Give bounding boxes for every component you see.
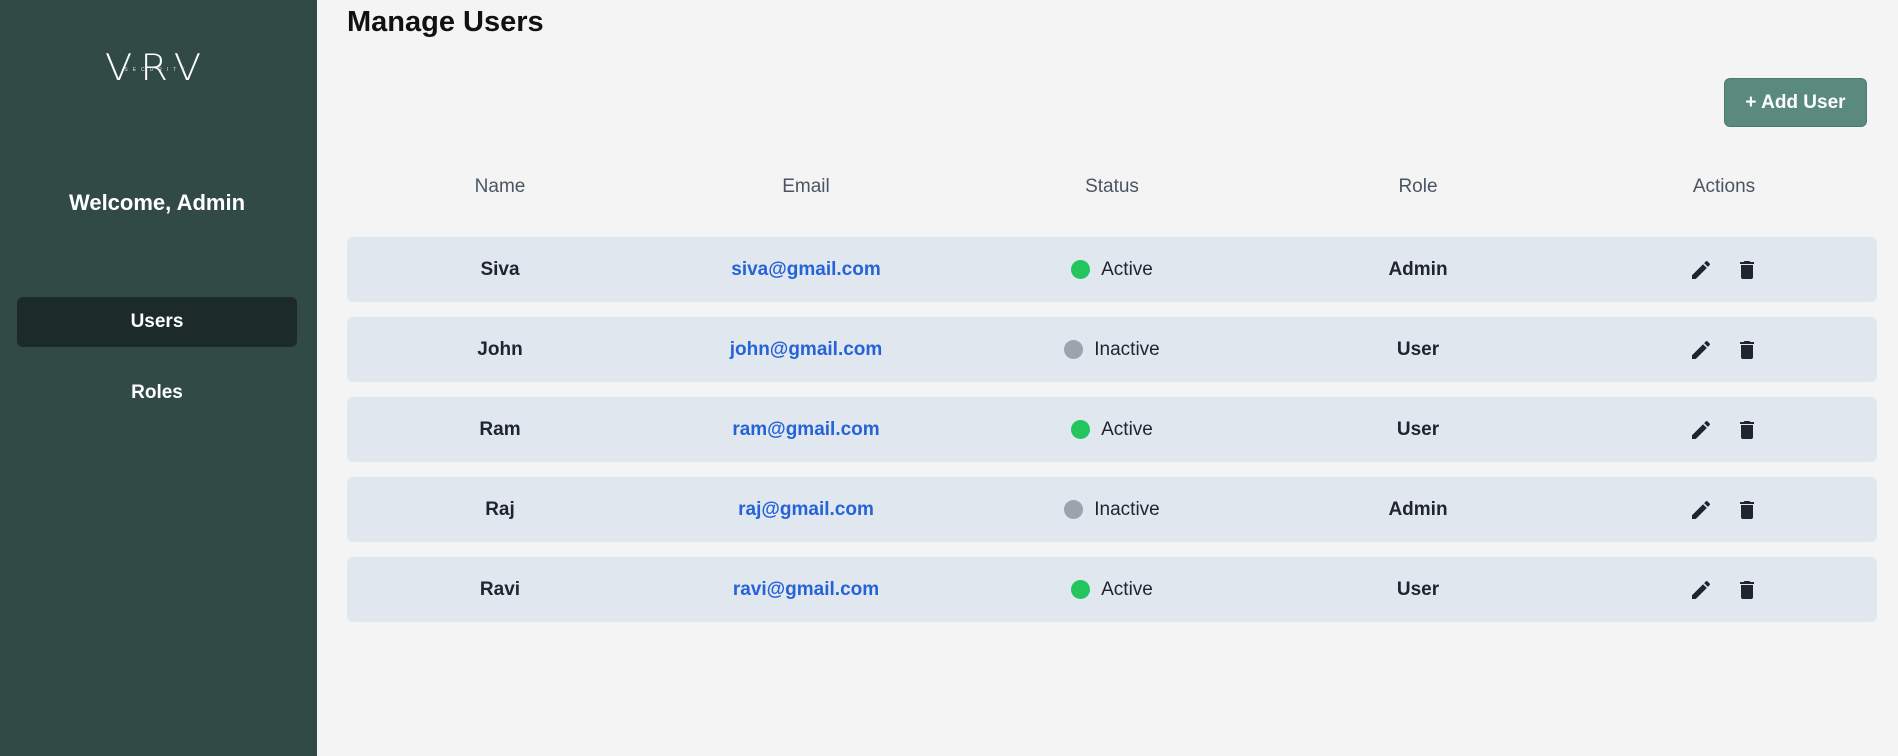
row-actions bbox=[1571, 557, 1877, 622]
column-header-email: Email bbox=[782, 176, 830, 197]
status-active-dot bbox=[1071, 420, 1091, 439]
user-name: Ram bbox=[479, 418, 521, 440]
trash-icon[interactable] bbox=[1734, 257, 1760, 283]
edit-icon[interactable] bbox=[1688, 497, 1714, 523]
user-role: User bbox=[1396, 578, 1440, 600]
status-badge: Inactive bbox=[959, 317, 1265, 382]
column-header-actions: Actions bbox=[1692, 176, 1756, 197]
table-row: John john@gmail.com Inactive User bbox=[347, 317, 1877, 382]
row-actions bbox=[1571, 477, 1877, 542]
column-header-role: Role bbox=[1398, 176, 1438, 197]
row-actions bbox=[1571, 237, 1877, 302]
sidebar-item-roles[interactable]: Roles bbox=[17, 368, 297, 418]
table-row: Ravi ravi@gmail.com Active User bbox=[347, 557, 1877, 622]
status-inactive-dot bbox=[1064, 340, 1084, 359]
user-role: User bbox=[1396, 418, 1440, 440]
welcome-message: Welcome, Admin bbox=[68, 190, 246, 215]
trash-icon[interactable] bbox=[1734, 337, 1760, 363]
status-label: Inactive bbox=[1094, 498, 1160, 520]
status-label: Active bbox=[1101, 578, 1153, 600]
user-email-link[interactable]: raj@gmail.com bbox=[653, 477, 959, 542]
brand-logo: VRV SECURITY bbox=[0, 48, 314, 88]
user-email-link[interactable]: ravi@gmail.com bbox=[653, 557, 959, 622]
column-header-name: Name bbox=[474, 176, 526, 197]
sidebar-item-label: Roles bbox=[131, 382, 183, 403]
status-active-dot bbox=[1071, 580, 1091, 599]
status-badge: Inactive bbox=[959, 477, 1265, 542]
status-label: Inactive bbox=[1094, 338, 1160, 360]
user-email-link[interactable]: ram@gmail.com bbox=[653, 397, 959, 462]
user-email-link[interactable]: siva@gmail.com bbox=[653, 237, 959, 302]
user-role: Admin bbox=[1388, 498, 1448, 520]
user-name: John bbox=[477, 338, 523, 360]
trash-icon[interactable] bbox=[1734, 417, 1760, 443]
sidebar: VRV SECURITY Welcome, Admin Users Roles bbox=[0, 0, 317, 756]
sidebar-item-users[interactable]: Users bbox=[17, 297, 297, 347]
status-badge: Active bbox=[959, 397, 1265, 462]
user-role: User bbox=[1396, 338, 1440, 360]
edit-icon[interactable] bbox=[1688, 257, 1714, 283]
edit-icon[interactable] bbox=[1688, 337, 1714, 363]
user-name: Siva bbox=[480, 258, 520, 280]
table-row: Raj raj@gmail.com Inactive Admin bbox=[347, 477, 1877, 542]
sidebar-item-label: Users bbox=[130, 311, 184, 332]
table-row: Ram ram@gmail.com Active User bbox=[347, 397, 1877, 462]
page-title: Manage Users bbox=[347, 6, 544, 38]
user-name: Ravi bbox=[479, 578, 521, 600]
row-actions bbox=[1571, 397, 1877, 462]
edit-icon[interactable] bbox=[1688, 577, 1714, 603]
user-email-link[interactable]: john@gmail.com bbox=[653, 317, 959, 382]
status-label: Active bbox=[1101, 258, 1153, 280]
status-inactive-dot bbox=[1064, 500, 1084, 519]
status-label: Active bbox=[1101, 418, 1153, 440]
user-name: Raj bbox=[485, 498, 515, 520]
status-badge: Active bbox=[959, 557, 1265, 622]
trash-icon[interactable] bbox=[1734, 577, 1760, 603]
row-actions bbox=[1571, 317, 1877, 382]
status-active-dot bbox=[1071, 260, 1091, 279]
status-badge: Active bbox=[959, 237, 1265, 302]
logo-subtext: SECURITY bbox=[124, 67, 190, 73]
add-user-button[interactable]: + Add User bbox=[1724, 78, 1867, 127]
column-header-status: Status bbox=[1085, 176, 1139, 197]
table-row: Siva siva@gmail.com Active Admin bbox=[347, 237, 1877, 302]
edit-icon[interactable] bbox=[1688, 417, 1714, 443]
trash-icon[interactable] bbox=[1734, 497, 1760, 523]
user-role: Admin bbox=[1388, 258, 1448, 280]
